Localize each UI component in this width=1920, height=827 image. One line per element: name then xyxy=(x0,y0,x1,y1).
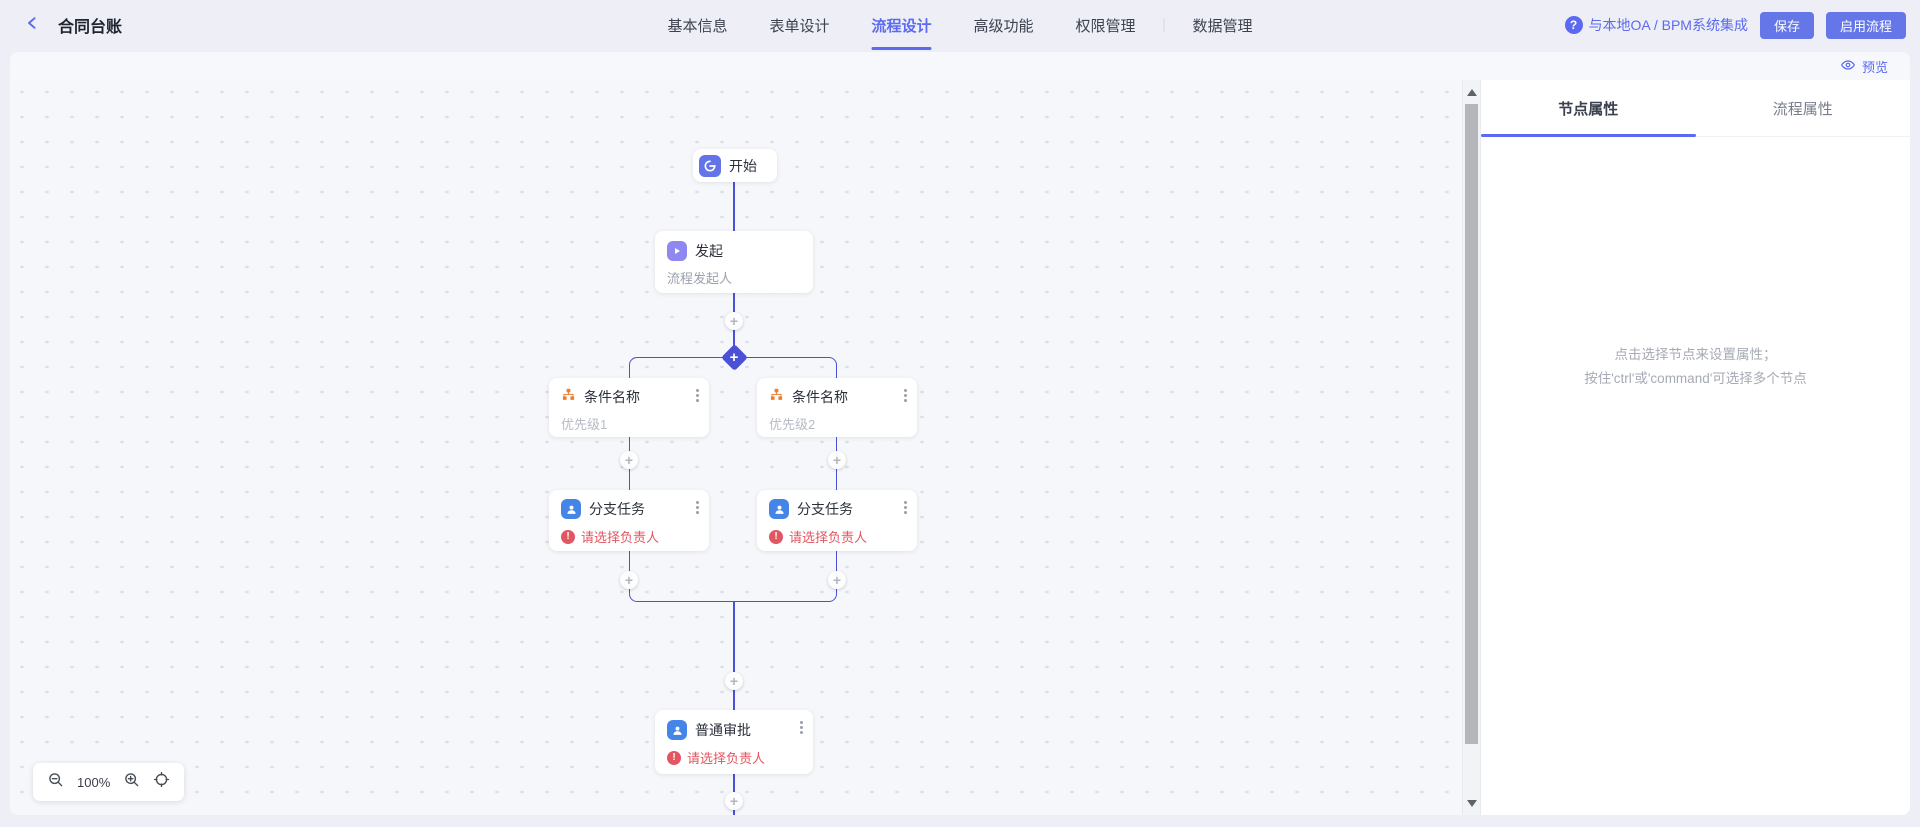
node-title: 分支任务 xyxy=(589,501,645,517)
fit-view-button[interactable] xyxy=(153,771,170,793)
warning-icon: ! xyxy=(667,750,681,765)
branch-task-node-2[interactable]: 分支任务 ! 请选择负责人 xyxy=(757,490,917,551)
panel-tabs: 节点属性 流程属性 xyxy=(1481,80,1910,137)
node-title: 条件名称 xyxy=(584,389,640,405)
kebab-menu-icon[interactable] xyxy=(694,499,701,516)
kebab-menu-icon[interactable] xyxy=(694,387,701,404)
zoom-out-button[interactable] xyxy=(47,771,64,793)
connector-line xyxy=(733,602,735,710)
enable-flow-button[interactable]: 启用流程 xyxy=(1825,11,1906,39)
initiate-node[interactable]: 发起 流程发起人 xyxy=(655,231,813,293)
add-node-button[interactable]: + xyxy=(828,451,846,469)
person-icon xyxy=(769,499,789,519)
node-subtitle: 流程发起人 xyxy=(667,271,733,286)
branch-icon xyxy=(769,387,784,407)
zoom-in-button[interactable] xyxy=(123,771,140,793)
active-tab-underline xyxy=(871,47,932,50)
add-node-button[interactable]: + xyxy=(725,792,743,810)
add-node-button[interactable]: + xyxy=(620,571,638,589)
add-node-button[interactable]: + xyxy=(725,672,743,690)
node-warning: 请选择负责人 xyxy=(581,530,660,545)
zoom-toolbar: 100% xyxy=(33,763,185,801)
crosshair-icon xyxy=(153,771,170,793)
app-header: 合同台账 基本信息 表单设计 流程设计 高级功能 权限管理 数据管理 ? 与本地… xyxy=(0,0,1920,50)
integration-link-label: 与本地OA / BPM系统集成 xyxy=(1588,17,1748,33)
designer-card: 预览 开始 + 发起 流程发起人 + 条件名称 优先级1 条件名称 优先级2 +… xyxy=(10,52,1910,815)
save-button[interactable]: 保存 xyxy=(1759,11,1814,39)
kebab-menu-icon[interactable] xyxy=(902,499,909,516)
tab-advanced-features[interactable]: 高级功能 xyxy=(974,0,1034,50)
branch-icon xyxy=(561,387,576,407)
page-title: 合同台账 xyxy=(58,19,123,36)
node-subtitle: 优先级1 xyxy=(561,417,608,432)
node-title: 发起 xyxy=(695,243,723,259)
tab-process-design[interactable]: 流程设计 xyxy=(871,0,932,50)
add-branch-button[interactable]: + xyxy=(720,343,748,371)
add-node-button[interactable]: + xyxy=(725,312,743,330)
tab-node-properties[interactable]: 节点属性 xyxy=(1481,80,1696,137)
kebab-menu-icon[interactable] xyxy=(798,719,805,736)
start-node[interactable]: 开始 xyxy=(693,149,777,182)
preview-button[interactable]: 预览 xyxy=(1840,57,1888,76)
node-title: 开始 xyxy=(729,157,757,174)
tab-basic-info[interactable]: 基本信息 xyxy=(667,0,727,50)
scrollbar-thumb[interactable] xyxy=(1465,104,1478,744)
back-button[interactable] xyxy=(20,12,46,38)
tab-form-design[interactable]: 表单设计 xyxy=(769,0,829,50)
properties-panel: 节点属性 流程属性 点击选择节点来设置属性； 按住'ctrl'或'command… xyxy=(1480,80,1910,815)
add-node-button[interactable]: + xyxy=(620,451,638,469)
eye-icon xyxy=(1840,57,1856,76)
tab-data-management[interactable]: 数据管理 xyxy=(1193,0,1253,50)
header-tabs: 基本信息 表单设计 流程设计 高级功能 权限管理 数据管理 xyxy=(667,0,1253,50)
person-icon xyxy=(667,720,687,740)
question-circle-icon: ? xyxy=(1564,16,1583,34)
node-title: 普通审批 xyxy=(695,722,751,738)
canvas-scrollbar[interactable] xyxy=(1462,80,1480,815)
node-title: 分支任务 xyxy=(797,501,853,517)
triangle-down-icon xyxy=(1466,799,1477,807)
play-icon xyxy=(667,241,687,261)
node-subtitle: 优先级2 xyxy=(769,417,816,432)
power-icon xyxy=(699,154,721,177)
kebab-menu-icon[interactable] xyxy=(902,387,909,404)
chevron-left-icon xyxy=(25,15,41,36)
condition-node-2[interactable]: 条件名称 优先级2 xyxy=(757,378,917,437)
panel-placeholder-text: 点击选择节点来设置属性； 按住'ctrl'或'command'可选择多个节点 xyxy=(1584,347,1807,386)
branch-task-node-1[interactable]: 分支任务 ! 请选择负责人 xyxy=(549,490,709,551)
canvas-toolbar: 预览 xyxy=(10,52,1910,80)
tab-permission-management[interactable]: 权限管理 xyxy=(1076,0,1136,50)
scroll-up-button[interactable] xyxy=(1463,82,1480,102)
node-title: 条件名称 xyxy=(792,389,848,405)
add-node-button[interactable]: + xyxy=(828,571,846,589)
approval-node[interactable]: 普通审批 ! 请选择负责人 xyxy=(655,710,813,774)
tab-process-properties[interactable]: 流程属性 xyxy=(1696,80,1911,136)
scroll-down-button[interactable] xyxy=(1463,793,1480,813)
node-warning: 请选择负责人 xyxy=(687,751,766,766)
integration-help-link[interactable]: ? 与本地OA / BPM系统集成 xyxy=(1564,15,1748,35)
person-icon xyxy=(561,499,581,519)
magnifier-plus-icon xyxy=(123,771,140,793)
preview-label: 预览 xyxy=(1861,59,1888,75)
connector-line xyxy=(733,182,735,231)
flow-canvas[interactable]: 开始 + 发起 流程发起人 + 条件名称 优先级1 条件名称 优先级2 + + … xyxy=(10,80,1462,815)
node-warning: 请选择负责人 xyxy=(789,530,868,545)
tab-group-divider xyxy=(1163,18,1165,32)
condition-node-1[interactable]: 条件名称 优先级1 xyxy=(549,378,709,437)
zoom-level: 100% xyxy=(77,774,111,790)
warning-icon: ! xyxy=(769,529,783,544)
warning-icon: ! xyxy=(561,529,575,544)
magnifier-minus-icon xyxy=(47,771,64,793)
triangle-up-icon xyxy=(1466,88,1477,96)
